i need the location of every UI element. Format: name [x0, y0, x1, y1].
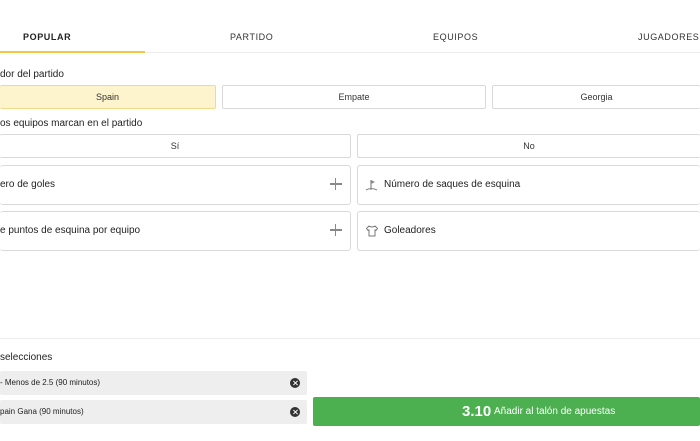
market-title-both-score: os equipos marcan en el partido: [0, 118, 143, 129]
market-card-corners[interactable]: Número de saques de esquina: [357, 165, 700, 205]
selection-label: pain Gana (90 minutos): [0, 407, 84, 416]
add-to-betslip-button[interactable]: 3.10 Añadir al talón de apuestas: [313, 397, 700, 426]
plus-icon[interactable]: [330, 224, 342, 236]
market-card-label: ero de goles: [0, 179, 56, 190]
plus-icon[interactable]: [330, 178, 342, 190]
betslip-selection: - Menos de 2.5 (90 minutos): [0, 371, 307, 395]
add-to-betslip-label: Añadir al talón de apuestas: [494, 406, 616, 417]
tab-partido[interactable]: PARTIDO: [230, 0, 273, 53]
tab-popular[interactable]: POPULAR: [23, 0, 71, 53]
option-si-button[interactable]: Sí: [0, 134, 351, 158]
tab-jugadores[interactable]: JUGADORES: [638, 0, 699, 53]
combined-odds: 3.10: [462, 403, 492, 420]
betslip-divider: [0, 338, 700, 339]
betslip-title: selecciones: [0, 352, 53, 363]
market-card-label: e puntos de esquina por equipo: [0, 225, 141, 236]
active-tab-indicator: [0, 51, 145, 53]
market-card-goals[interactable]: ero de goles: [0, 165, 351, 205]
market-card-team-corners[interactable]: e puntos de esquina por equipo: [0, 211, 351, 251]
tab-equipos[interactable]: EQUIPOS: [433, 0, 478, 53]
corner-flag-icon: [365, 180, 378, 191]
option-spain-button[interactable]: Spain: [0, 85, 216, 109]
jersey-icon: [366, 225, 378, 237]
market-tabs: POPULAR PARTIDO EQUIPOS JUGADORES: [0, 0, 700, 53]
option-no-button[interactable]: No: [357, 134, 700, 158]
betslip-selection: pain Gana (90 minutos): [0, 400, 307, 424]
option-empate-button[interactable]: Empate: [222, 85, 486, 109]
market-title-winner: dor del partido: [0, 69, 64, 80]
market-card-label: Goleadores: [384, 225, 436, 236]
remove-icon[interactable]: [290, 378, 300, 388]
market-card-scorers[interactable]: Goleadores: [357, 211, 700, 251]
selection-label: - Menos de 2.5 (90 minutos): [0, 378, 101, 387]
option-georgia-button[interactable]: Georgia: [492, 85, 700, 109]
remove-icon[interactable]: [290, 407, 300, 417]
market-card-label: Número de saques de esquina: [384, 179, 521, 190]
